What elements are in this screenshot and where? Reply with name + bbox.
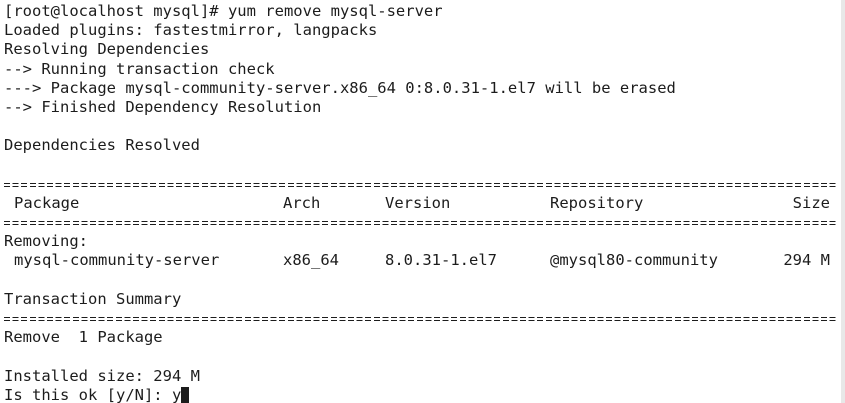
separator-rule bbox=[4, 213, 838, 232]
installed-size-line: Installed size: 294 M bbox=[4, 366, 200, 385]
scrollbar[interactable] bbox=[841, 0, 845, 403]
header-version: Version bbox=[385, 193, 451, 212]
cell-repository: @mysql80-community bbox=[550, 251, 718, 270]
cell-package: mysql-community-server bbox=[14, 251, 220, 270]
output-line: Resolving Dependencies bbox=[4, 40, 210, 59]
cell-size: 294 M bbox=[783, 251, 830, 270]
terminal-output: [root@localhost mysql]# yum remove mysql… bbox=[4, 2, 838, 403]
output-line: Loaded plugins: fastestmirror, langpacks bbox=[4, 21, 378, 40]
separator-rule bbox=[4, 309, 838, 328]
remove-count-line: Remove 1 Package bbox=[4, 328, 163, 347]
header-size: Size bbox=[792, 193, 830, 212]
confirm-prompt[interactable]: Is this ok [y/N]: y bbox=[4, 386, 838, 403]
separator-rule bbox=[4, 175, 838, 194]
table-row: mysql-community-server x86_64 8.0.31-1.e… bbox=[4, 251, 838, 270]
table-header-row: Package Arch Version Repository Size bbox=[4, 194, 838, 213]
section-label: Removing: bbox=[4, 232, 88, 251]
output-line: --> Finished Dependency Resolution bbox=[4, 97, 322, 116]
header-repository: Repository bbox=[550, 193, 644, 212]
output-line: --> Running transaction check bbox=[4, 59, 275, 78]
text-cursor bbox=[181, 386, 190, 403]
transaction-summary-title: Transaction Summary bbox=[4, 289, 182, 308]
header-package: Package bbox=[14, 193, 80, 212]
output-line: Dependencies Resolved bbox=[4, 136, 200, 155]
terminal-window[interactable]: [root@localhost mysql]# yum remove mysql… bbox=[0, 0, 845, 403]
header-arch: Arch bbox=[283, 193, 321, 212]
cell-version: 8.0.31-1.el7 bbox=[385, 251, 497, 270]
command-line: [root@localhost mysql]# yum remove mysql… bbox=[4, 2, 443, 20]
cell-arch: x86_64 bbox=[283, 251, 339, 270]
output-line: ---> Package mysql-community-server.x86_… bbox=[4, 78, 676, 97]
prompt-text: Is this ok [y/N]: y bbox=[4, 385, 182, 403]
